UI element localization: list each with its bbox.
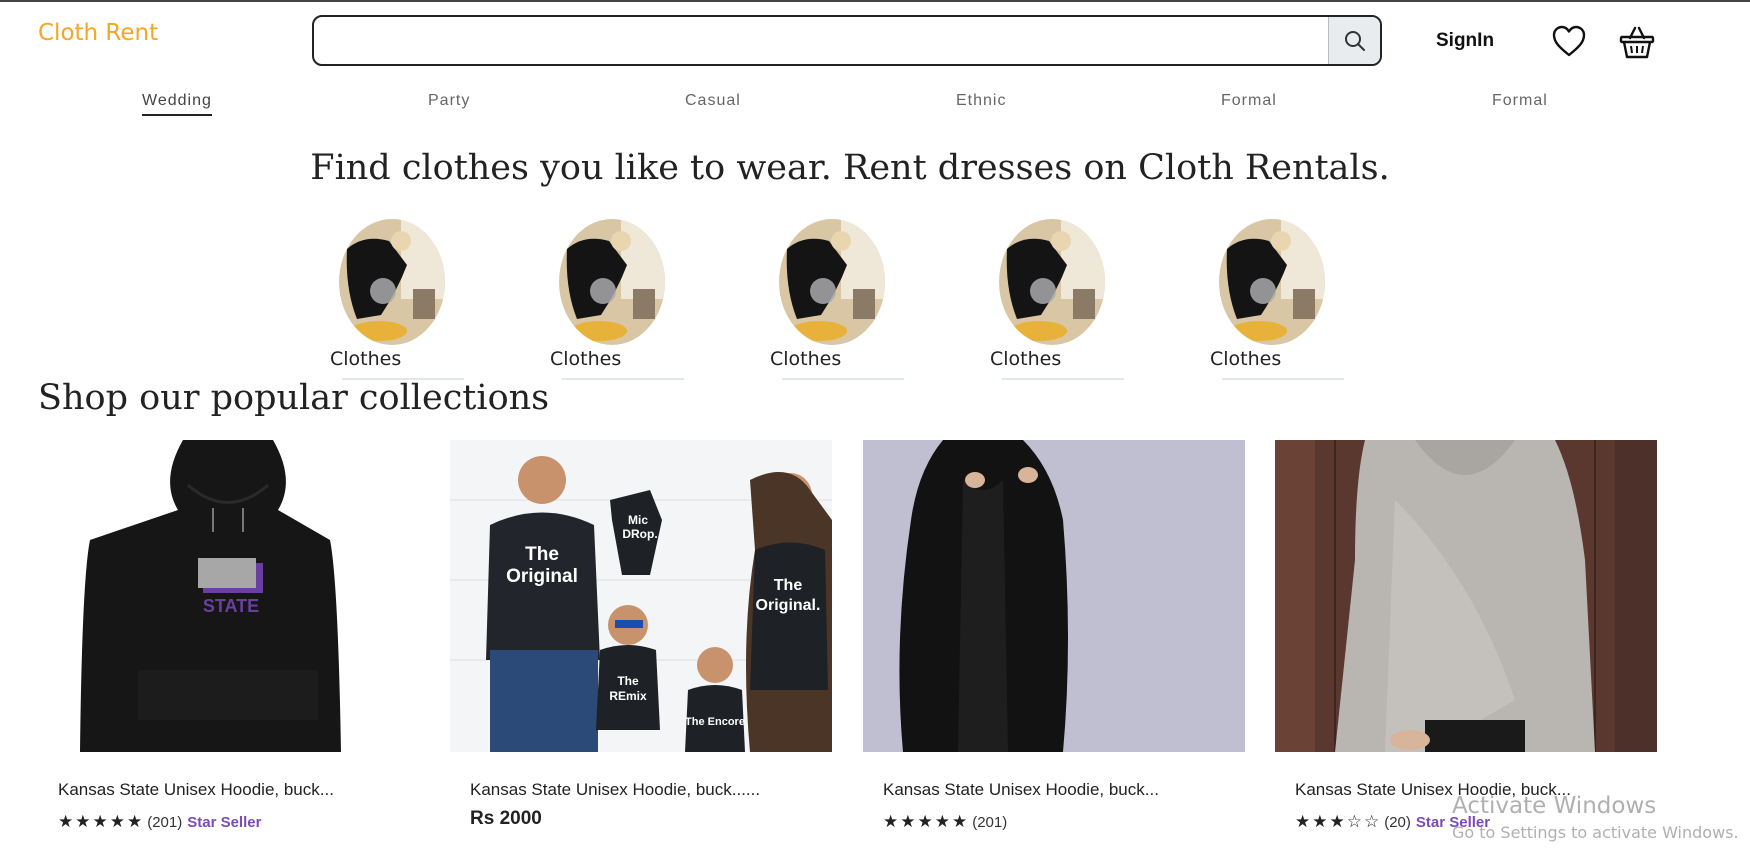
review-count: (201) bbox=[147, 813, 183, 831]
basket-icon[interactable] bbox=[1619, 24, 1655, 60]
search-bar bbox=[312, 15, 1382, 66]
search-button[interactable] bbox=[1328, 17, 1380, 64]
product-card[interactable]: STATE Kansas State Unisex Hoodie, buck..… bbox=[38, 440, 420, 832]
product-card[interactable]: Kansas State Unisex Hoodie, buck... ★★★★… bbox=[863, 440, 1245, 832]
category-image bbox=[559, 219, 665, 345]
category-image bbox=[1219, 219, 1325, 345]
star-rating: ★★★★★ bbox=[883, 812, 970, 832]
circle-label: Clothes bbox=[330, 348, 402, 370]
tab-formal-2[interactable]: Formal bbox=[1492, 92, 1548, 110]
product-card[interactable]: Kansas State Unisex Hoodie, buck... ★★★☆… bbox=[1275, 440, 1657, 832]
review-count: (20) bbox=[1384, 813, 1411, 831]
divider bbox=[562, 378, 684, 380]
category-image bbox=[999, 219, 1105, 345]
watermark-subtitle: Go to Settings to activate Windows. bbox=[1452, 823, 1739, 842]
divider bbox=[1222, 378, 1344, 380]
circle-label: Clothes bbox=[990, 348, 1062, 370]
divider bbox=[782, 378, 904, 380]
product-image[interactable]: STATE bbox=[38, 440, 420, 752]
svg-text:The: The bbox=[617, 674, 639, 688]
svg-text:REmix: REmix bbox=[609, 689, 647, 703]
circle-label: Clothes bbox=[550, 348, 622, 370]
brand-logo[interactable]: Cloth Rent bbox=[38, 20, 158, 46]
svg-text:The: The bbox=[525, 544, 559, 565]
product-name[interactable]: Kansas State Unisex Hoodie, buck...... bbox=[470, 780, 760, 800]
signin-link[interactable]: SignIn bbox=[1436, 30, 1494, 52]
circle-label: Clothes bbox=[1210, 348, 1282, 370]
product-image[interactable] bbox=[1275, 440, 1657, 752]
tab-wedding[interactable]: Wedding bbox=[142, 92, 212, 116]
star-rating: ★★★☆☆ bbox=[1295, 812, 1382, 832]
svg-text:Mic: Mic bbox=[628, 513, 648, 527]
circle-label: Clothes bbox=[770, 348, 842, 370]
top-rule bbox=[0, 0, 1750, 2]
product-meta: ★★★★★ (201) Star Seller bbox=[58, 812, 261, 832]
tab-party[interactable]: Party bbox=[428, 92, 470, 110]
svg-text:The: The bbox=[774, 577, 803, 594]
divider bbox=[1002, 378, 1124, 380]
product-image[interactable]: The Original Mic DRop. The REmix The Enc… bbox=[450, 440, 832, 752]
product-name[interactable]: Kansas State Unisex Hoodie, buck... bbox=[883, 780, 1159, 800]
product-image[interactable] bbox=[863, 440, 1245, 752]
svg-text:Original: Original bbox=[506, 566, 578, 587]
search-icon bbox=[1344, 30, 1365, 51]
tab-formal[interactable]: Formal bbox=[1221, 92, 1277, 110]
star-seller-badge: Star Seller bbox=[187, 813, 262, 831]
category-image bbox=[779, 219, 885, 345]
product-name[interactable]: Kansas State Unisex Hoodie, buck... bbox=[58, 780, 334, 800]
tab-casual[interactable]: Casual bbox=[685, 92, 741, 110]
svg-text:DRop.: DRop. bbox=[622, 527, 657, 541]
collections-title: Shop our popular collections bbox=[38, 378, 550, 418]
product-meta: ★★★★★ (201) bbox=[883, 812, 1012, 832]
svg-text:Original.: Original. bbox=[756, 597, 821, 614]
product-card[interactable]: The Original Mic DRop. The REmix The Enc… bbox=[450, 440, 832, 829]
windows-activation-watermark: Activate Windows Go to Settings to activ… bbox=[1452, 793, 1739, 842]
watermark-title: Activate Windows bbox=[1452, 793, 1657, 819]
heart-icon[interactable] bbox=[1551, 24, 1587, 58]
review-count: (201) bbox=[972, 813, 1008, 831]
tab-ethnic[interactable]: Ethnic bbox=[956, 92, 1006, 110]
search-input[interactable] bbox=[314, 17, 1328, 64]
category-image bbox=[339, 219, 445, 345]
hero-title: Find clothes you like to wear. Rent dres… bbox=[310, 148, 1390, 188]
product-price: Rs 2000 bbox=[470, 808, 542, 829]
star-rating: ★★★★★ bbox=[58, 812, 145, 832]
svg-text:The Encore: The Encore bbox=[685, 716, 745, 728]
svg-text:STATE: STATE bbox=[203, 596, 259, 616]
